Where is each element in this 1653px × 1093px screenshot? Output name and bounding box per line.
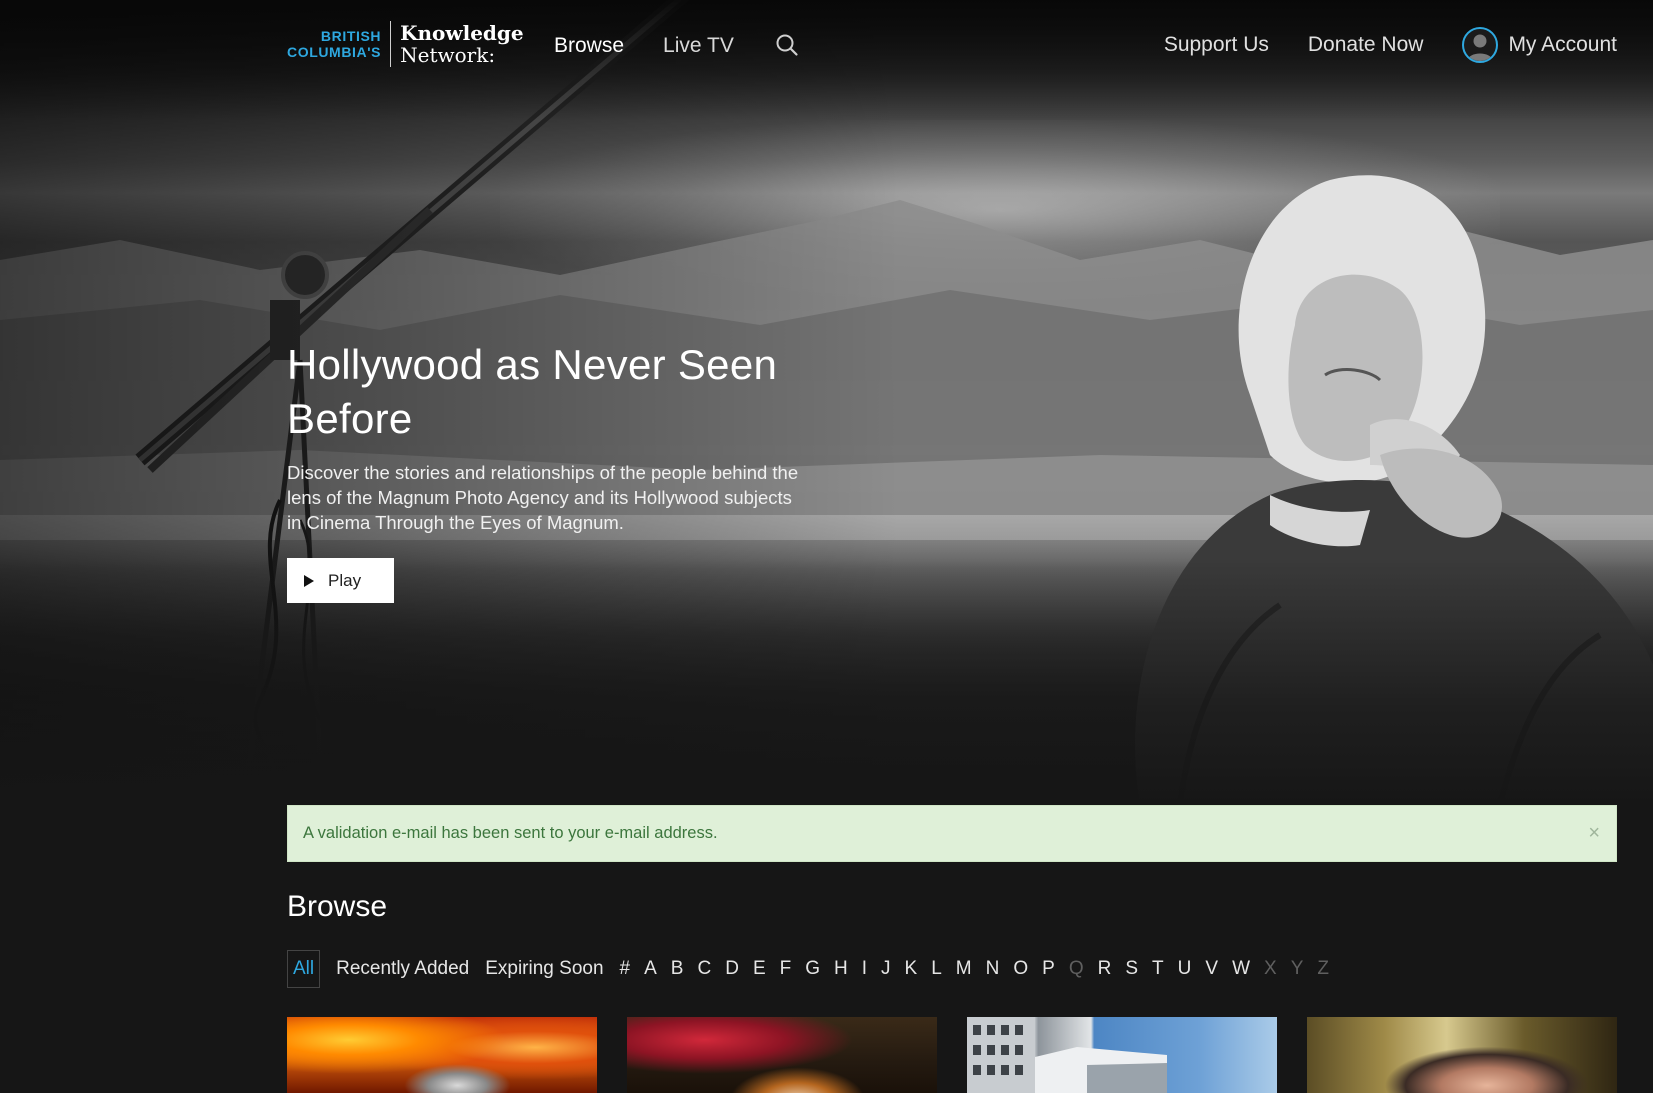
nav-donate-now[interactable]: Donate Now: [1308, 33, 1424, 57]
filter-letter[interactable]: K: [905, 958, 918, 980]
filter-all[interactable]: All: [287, 950, 321, 988]
program-thumbnail[interactable]: [1307, 1017, 1617, 1093]
program-thumbnail[interactable]: [287, 1017, 597, 1093]
thumbnail-building-art: [967, 1017, 1167, 1093]
logo-brand-line-1: Knowledge: [400, 21, 524, 45]
my-account-link[interactable]: My Account: [1462, 27, 1617, 63]
nav-support-us[interactable]: Support Us: [1164, 33, 1269, 57]
hero-content: Hollywood as Never Seen Before Discover …: [287, 338, 827, 603]
alert-message: A validation e-mail has been sent to you…: [303, 824, 718, 842]
hero-title: Hollywood as Never Seen Before: [287, 341, 778, 442]
filter-letter[interactable]: B: [671, 958, 684, 980]
filter-letter: Q: [1068, 958, 1084, 979]
validation-alert: A validation e-mail has been sent to you…: [287, 805, 1617, 862]
browse-grid: [287, 1017, 1617, 1093]
avatar-icon: [1462, 27, 1499, 63]
filter-letter[interactable]: U: [1178, 958, 1192, 980]
filter-letter[interactable]: O: [1013, 958, 1028, 980]
filter-letter[interactable]: T: [1152, 958, 1164, 980]
hero-description: Discover the stories and relationships o…: [287, 462, 799, 533]
logo-brand: Knowledge Network:: [391, 22, 524, 66]
filter-letter[interactable]: C: [697, 958, 711, 980]
filter-letter[interactable]: #: [620, 958, 631, 980]
logo-bc-text: BRITISH COLUMBIA'S: [287, 28, 390, 60]
search-icon[interactable]: [775, 33, 801, 59]
filter-letter[interactable]: J: [881, 958, 891, 980]
play-icon: [304, 574, 314, 587]
my-account-label: My Account: [1508, 33, 1617, 56]
program-thumbnail[interactable]: [967, 1017, 1277, 1093]
filter-letter[interactable]: V: [1205, 958, 1218, 980]
nav-browse[interactable]: Browse: [554, 34, 624, 58]
filter-letter[interactable]: D: [725, 958, 739, 980]
filter-letter[interactable]: H: [834, 958, 848, 980]
filter-expiring-soon[interactable]: Expiring Soon: [485, 958, 603, 980]
user-icon: [1467, 34, 1494, 61]
filter-letter[interactable]: M: [956, 958, 972, 980]
filter-letter[interactable]: S: [1125, 958, 1138, 980]
filter-letter[interactable]: P: [1042, 958, 1055, 980]
browse-heading: Browse: [287, 890, 388, 923]
filter-letter[interactable]: L: [931, 958, 942, 980]
filter-letter[interactable]: F: [780, 958, 792, 980]
secondary-nav: Support Us Donate Now My Account: [1164, 27, 1617, 63]
filter-letter: Z: [1317, 958, 1329, 979]
filter-letter[interactable]: R: [1098, 958, 1112, 980]
filter-letter: Y: [1290, 958, 1304, 979]
play-label: Play: [328, 570, 362, 590]
primary-nav: Browse Live TV: [554, 33, 801, 59]
site-header: BRITISH COLUMBIA'S Knowledge Network: Br…: [0, 0, 1653, 95]
filter-letter[interactable]: G: [805, 958, 820, 980]
program-thumbnail[interactable]: [627, 1017, 937, 1093]
search-icon-glyph: [776, 34, 798, 56]
close-icon[interactable]: ×: [1588, 823, 1600, 843]
alphabet-filter: # A B C D E F G H I J K L M N O P Q R S T U V W X Y Z: [620, 958, 1343, 980]
nav-live-tv[interactable]: Live TV: [663, 34, 734, 58]
filter-letter[interactable]: N: [986, 958, 1000, 980]
filter-letter[interactable]: W: [1232, 958, 1250, 980]
filter-letter: X: [1264, 958, 1277, 979]
logo-line-1: BRITISH: [320, 28, 382, 44]
filter-letter[interactable]: A: [644, 958, 657, 980]
browse-filters: All Recently Added Expiring Soon # A B C D E F…: [287, 949, 1343, 989]
play-button[interactable]: Play: [287, 558, 394, 603]
filter-recently-added[interactable]: Recently Added: [336, 958, 469, 980]
logo-line-2: COLUMBIA'S: [287, 44, 382, 60]
filter-letter[interactable]: I: [862, 958, 867, 980]
site-logo[interactable]: BRITISH COLUMBIA'S Knowledge Network:: [287, 21, 524, 67]
filter-letter[interactable]: E: [753, 958, 766, 980]
logo-brand-line-2: Network:: [400, 43, 496, 67]
